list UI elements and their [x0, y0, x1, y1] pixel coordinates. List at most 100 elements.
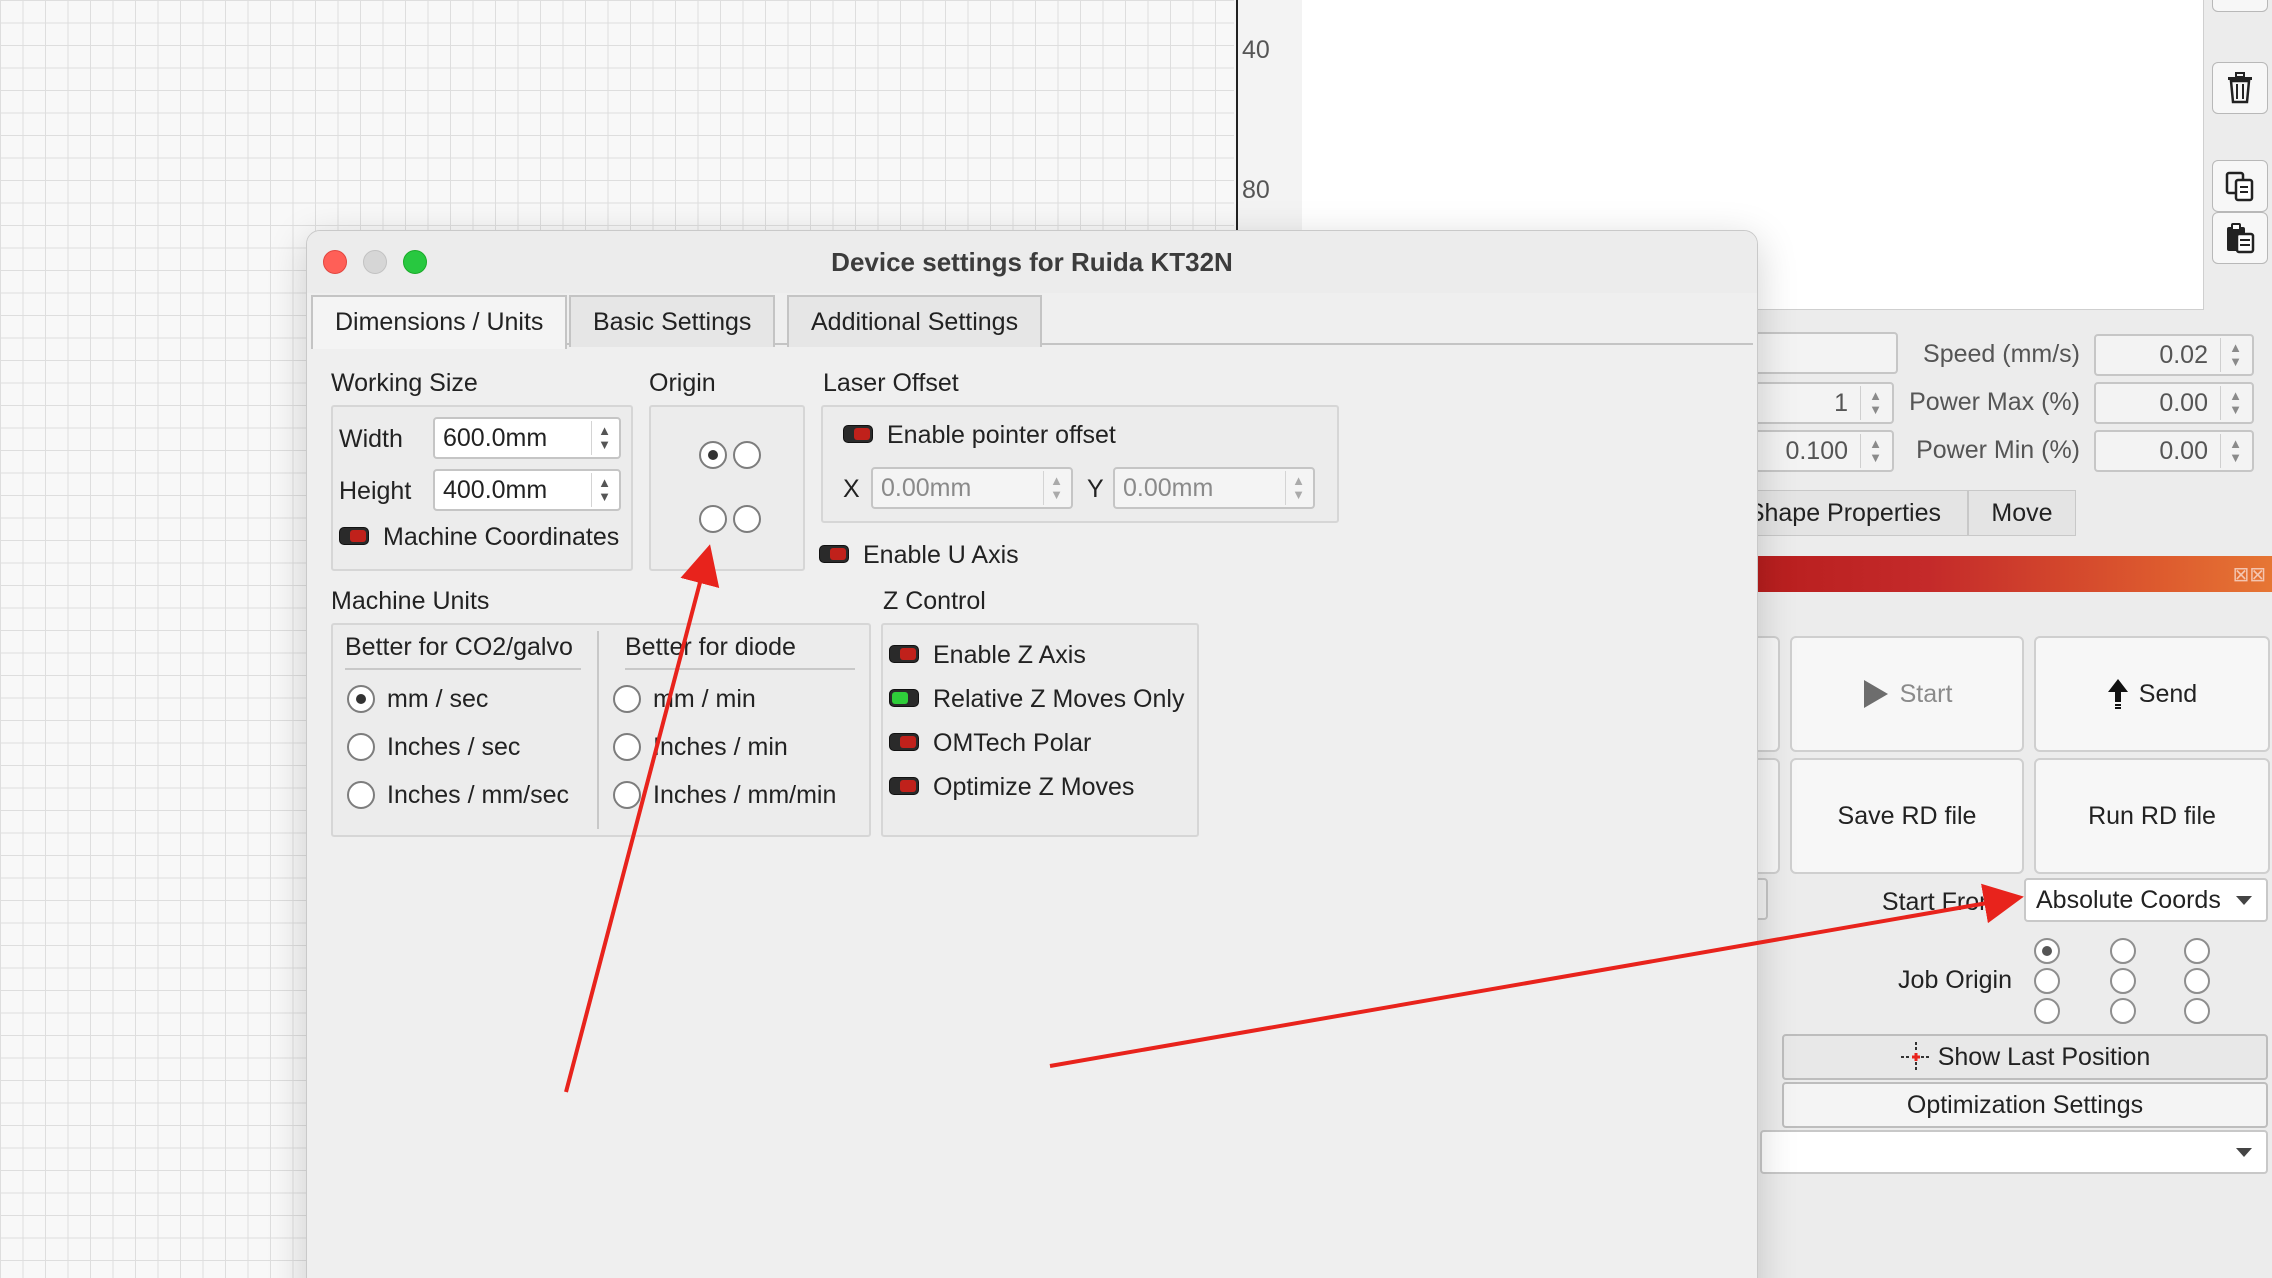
power-max-label: Power Max (%): [1909, 388, 2080, 416]
optimize-z-moves-label: Optimize Z Moves: [933, 773, 1135, 801]
unit-mm-min-radio[interactable]: [613, 685, 641, 713]
optimize-z-moves-toggle[interactable]: [889, 777, 919, 795]
job-origin-bottom-center[interactable]: [2110, 998, 2136, 1024]
co2-galvo-header: Better for CO2/galvo: [345, 633, 581, 670]
pointer-offset-toggle[interactable]: [843, 425, 873, 443]
chevron-down-icon: [2236, 896, 2252, 905]
origin-top-right-radio[interactable]: [733, 441, 761, 469]
power-min-stepper[interactable]: ▲ ▼: [2220, 434, 2250, 468]
diode-header: Better for diode: [625, 633, 855, 670]
offset-y-input[interactable]: 0.00mm ▲ ▼: [1113, 467, 1315, 509]
offset-y-label: Y: [1087, 475, 1104, 503]
working-size-label: Working Size: [331, 369, 478, 397]
laser-offset-label: Laser Offset: [823, 369, 959, 397]
offset-x-stepper[interactable]: ▲ ▼: [1043, 471, 1069, 505]
job-origin-top-center[interactable]: [2110, 938, 2136, 964]
power-max-stepper[interactable]: ▲ ▼: [2220, 386, 2250, 420]
offset-x-input[interactable]: 0.00mm ▲ ▼: [871, 467, 1073, 509]
u-axis-toggle[interactable]: [819, 545, 849, 563]
unit-inches-mm-min-label: Inches / mm/min: [653, 781, 837, 809]
offset-x-label: X: [843, 475, 860, 503]
job-origin-center[interactable]: [2110, 968, 2136, 994]
paste-layer-button[interactable]: [2212, 212, 2268, 264]
unit-inches-mm-sec-radio[interactable]: [347, 781, 375, 809]
dialog-tabbar: Dimensions / Units Basic Settings Additi…: [311, 295, 1753, 349]
omtech-polar-toggle[interactable]: [889, 733, 919, 751]
laser-panel-header[interactable]: ⊠⊠: [1700, 556, 2272, 592]
origin-bottom-left-radio[interactable]: [699, 505, 727, 533]
device-settings-dialog: Device settings for Ruida KT32N Dimensio…: [306, 230, 1758, 1278]
job-origin-bottom-right[interactable]: [2184, 998, 2210, 1024]
unit-inches-sec-radio[interactable]: [347, 733, 375, 761]
unit-inches-mm-sec-label: Inches / mm/sec: [387, 781, 569, 809]
u-axis-label: Enable U Axis: [863, 541, 1019, 569]
job-origin-middle-right[interactable]: [2184, 968, 2210, 994]
run-rd-file-button[interactable]: Run RD file: [2034, 758, 2270, 874]
relative-z-moves-toggle[interactable]: [889, 689, 919, 707]
job-origin-bottom-left[interactable]: [2034, 998, 2060, 1024]
toolbar-button-top[interactable]: [2212, 0, 2268, 12]
tab-move[interactable]: Move: [1968, 490, 2076, 536]
origin-label: Origin: [649, 369, 716, 397]
enable-z-axis-toggle[interactable]: [889, 645, 919, 663]
ruler-tick-40: 40: [1242, 36, 1270, 64]
start-button[interactable]: Start: [1790, 636, 2024, 752]
panel-close-icon[interactable]: ⊠⊠: [2232, 562, 2266, 587]
trash-icon: [2228, 72, 2252, 104]
width-label: Width: [339, 425, 403, 453]
start-from-label: Start From: [1881, 888, 2000, 916]
origin-top-left-radio[interactable]: [699, 441, 727, 469]
dialog-title: Device settings for Ruida KT32N: [831, 247, 1233, 277]
tab-basic-settings[interactable]: Basic Settings: [569, 295, 776, 347]
width-input[interactable]: 600.0mm ▲ ▼: [433, 417, 621, 459]
origin-bottom-right-radio[interactable]: [733, 505, 761, 533]
power-min-input[interactable]: 0.00 ▲ ▼: [2094, 430, 2254, 472]
unit-inches-sec-label: Inches / sec: [387, 733, 521, 761]
copy-layer-button[interactable]: [2212, 160, 2268, 212]
pointer-offset-label: Enable pointer offset: [887, 421, 1116, 449]
enable-z-axis-label: Enable Z Axis: [933, 641, 1086, 669]
job-origin-middle-left[interactable]: [2034, 968, 2060, 994]
crosshair-icon: [1900, 1042, 1931, 1072]
start-from-select[interactable]: Absolute Coords: [2024, 878, 2268, 922]
power-min-label: Power Min (%): [1916, 436, 2080, 464]
copy-icon: [2225, 171, 2254, 202]
delete-layer-button[interactable]: [2212, 62, 2268, 114]
ruler-tick-80: 80: [1242, 176, 1270, 204]
job-origin-top-right[interactable]: [2184, 938, 2210, 964]
unit-inches-min-label: Inches / min: [653, 733, 788, 761]
relative-z-moves-label: Relative Z Moves Only: [933, 685, 1185, 713]
tab-additional-settings[interactable]: Additional Settings: [787, 295, 1043, 347]
origin-group: [649, 405, 805, 571]
layer-list[interactable]: [1700, 0, 2204, 310]
power-max-input[interactable]: 0.00 ▲ ▼: [2094, 382, 2254, 424]
unit-inches-min-radio[interactable]: [613, 733, 641, 761]
optimization-settings-button[interactable]: Optimization Settings: [1782, 1082, 2268, 1128]
height-input[interactable]: 400.0mm ▲ ▼: [433, 469, 621, 511]
show-last-position-button[interactable]: Show Last Position: [1782, 1034, 2268, 1080]
units-divider: [597, 631, 599, 829]
speed-input[interactable]: 0.02 ▲ ▼: [2094, 334, 2254, 376]
machine-coordinates-toggle[interactable]: [339, 527, 369, 545]
job-origin-top-left[interactable]: [2034, 938, 2060, 964]
omtech-polar-label: OMTech Polar: [933, 729, 1092, 757]
dialog-titlebar[interactable]: Device settings for Ruida KT32N: [307, 231, 1757, 293]
save-rd-file-button[interactable]: Save RD file: [1790, 758, 2024, 874]
screen: 40 80 Speed (mm/s) 0.02 ▲ ▼ 1 ▲ ▼ Power …: [0, 0, 2272, 1278]
width-stepper[interactable]: ▲ ▼: [591, 421, 617, 455]
speed-label: Speed (mm/s): [1923, 340, 2080, 368]
machine-units-label: Machine Units: [331, 587, 490, 615]
tab-dimensions-units[interactable]: Dimensions / Units: [311, 295, 568, 349]
offset-y-stepper[interactable]: ▲ ▼: [1285, 471, 1311, 505]
height-stepper[interactable]: ▲ ▼: [591, 473, 617, 507]
unit-inches-mm-min-radio[interactable]: [613, 781, 641, 809]
speed-stepper[interactable]: ▲ ▼: [2220, 338, 2250, 372]
job-origin-label: Job Origin: [1898, 966, 2012, 994]
send-button[interactable]: Send: [2034, 636, 2270, 752]
unit-mm-sec-label: mm / sec: [387, 685, 489, 713]
upload-arrow-icon: [2107, 679, 2128, 709]
bottom-select[interactable]: [1760, 1130, 2268, 1174]
unit-mm-sec-radio[interactable]: [347, 685, 375, 713]
machine-coordinates-label: Machine Coordinates: [383, 523, 620, 551]
unit-mm-min-label: mm / min: [653, 685, 756, 713]
